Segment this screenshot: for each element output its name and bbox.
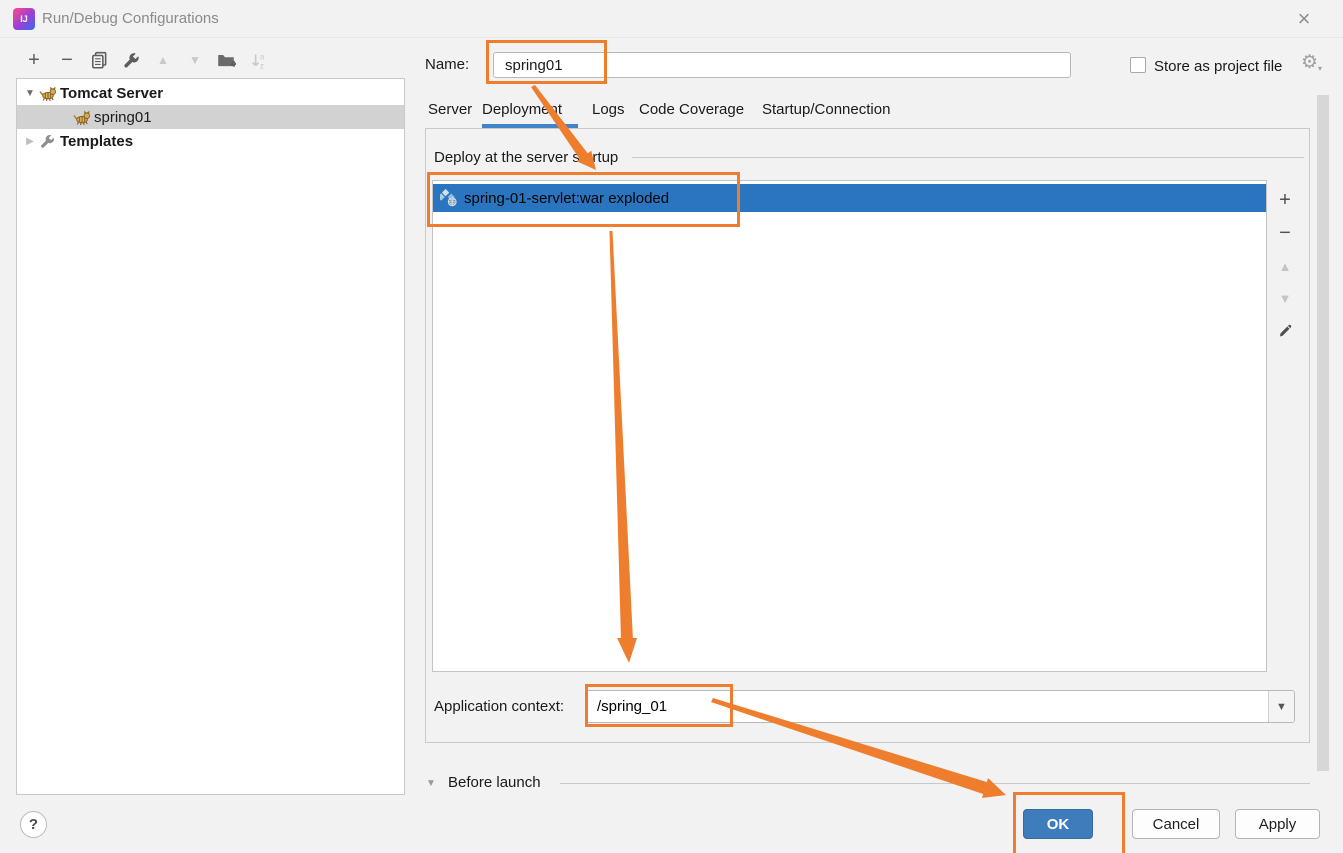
add-artifact-button[interactable]: +: [1271, 186, 1299, 214]
arrow-up-icon: ▲: [1278, 258, 1292, 274]
remove-artifact-button[interactable]: −: [1271, 219, 1299, 247]
application-context-dropdown-button[interactable]: ▼: [1268, 691, 1294, 722]
artifact-move-up-button[interactable]: ▲: [1271, 252, 1299, 280]
remove-configuration-button[interactable]: −: [55, 48, 79, 72]
apply-button[interactable]: Apply: [1235, 809, 1320, 839]
artifact-move-down-button[interactable]: ▼: [1271, 284, 1299, 312]
gear-icon[interactable]: ⚙: [1301, 51, 1318, 74]
svg-text:a: a: [260, 52, 265, 61]
question-mark-icon: ?: [28, 816, 39, 833]
chevron-expanded-icon[interactable]: ▼: [24, 88, 36, 99]
ok-button[interactable]: OK: [1023, 809, 1093, 839]
deployment-list-item[interactable]: spring-01-servlet:war exploded: [433, 184, 1266, 212]
close-icon[interactable]: ×: [1288, 4, 1320, 34]
store-as-project-file-checkbox[interactable]: [1130, 57, 1146, 73]
gear-caret-icon: ▾: [1318, 64, 1323, 73]
move-down-button[interactable]: ▼: [183, 48, 207, 72]
tree-item-tomcat-server[interactable]: ▼ Tomcat Server: [17, 81, 404, 105]
window-title: Run/Debug Configurations: [42, 10, 219, 27]
run-debug-configurations-dialog: IJ Run/Debug Configurations × + − ▲ ▼ a …: [0, 0, 1343, 853]
sort-configurations-button[interactable]: a z: [247, 48, 271, 72]
chevron-down-icon: ▼: [1276, 700, 1287, 713]
application-context-label: Application context:: [434, 698, 565, 715]
tab-server[interactable]: Server: [428, 101, 472, 118]
copy-icon: [91, 51, 106, 69]
store-as-project-file-label: Store as project file: [1154, 58, 1283, 75]
wrench-icon: [41, 134, 54, 148]
arrow-down-icon: ▼: [189, 53, 201, 67]
add-configuration-button[interactable]: +: [22, 48, 46, 72]
move-up-button[interactable]: ▲: [151, 48, 175, 72]
tree-item-label: Tomcat Server: [60, 84, 164, 102]
tab-startup-connection[interactable]: Startup/Connection: [762, 101, 890, 118]
name-label: Name:: [425, 56, 470, 73]
tree-item-templates[interactable]: ▶ Templates: [17, 129, 404, 153]
wrench-icon: [123, 52, 139, 68]
application-context-input[interactable]: [586, 691, 1266, 722]
tab-logs[interactable]: Logs: [592, 101, 625, 118]
group-title-line: [632, 157, 1304, 158]
arrow-down-icon: ▼: [1278, 290, 1292, 306]
pencil-icon: [1279, 324, 1291, 336]
help-button[interactable]: ?: [20, 811, 47, 838]
tomcat-icon: [73, 110, 90, 125]
vertical-scrollbar-thumb[interactable]: [1317, 95, 1329, 771]
copy-configuration-button[interactable]: [87, 48, 111, 72]
title-bar: IJ Run/Debug Configurations ×: [0, 0, 1343, 38]
before-launch-collapse-icon[interactable]: ▼: [426, 778, 436, 789]
svg-text:z: z: [260, 61, 264, 70]
deploy-group-label: Deploy at the server startup: [434, 149, 623, 166]
tree-item-label: spring01: [94, 108, 152, 126]
deployment-list: spring-01-servlet:war exploded: [432, 180, 1267, 672]
plus-icon: +: [1279, 189, 1291, 211]
new-folder-icon: [218, 55, 236, 67]
tomcat-icon: [39, 86, 56, 101]
minus-icon: −: [61, 49, 73, 71]
before-launch-line: [560, 783, 1310, 784]
minus-icon: −: [1279, 222, 1291, 244]
application-context-combo: ▼: [585, 690, 1295, 723]
edit-templates-button[interactable]: [119, 48, 143, 72]
tab-code-coverage[interactable]: Code Coverage: [639, 101, 744, 118]
name-input[interactable]: [493, 52, 1071, 78]
intellij-logo-icon: IJ: [13, 8, 35, 30]
tree-item-spring01[interactable]: spring01: [17, 105, 404, 129]
edit-artifact-button[interactable]: [1271, 316, 1299, 344]
configurations-tree: ▼ Tomcat Server spring01 ▶ Templates: [16, 78, 405, 795]
before-launch-label: Before launch: [448, 774, 541, 791]
artifact-icon: [440, 189, 457, 207]
create-folder-button[interactable]: [214, 48, 238, 72]
deployment-item-label: spring-01-servlet:war exploded: [464, 189, 670, 207]
sort-alpha-icon: a z: [251, 52, 265, 70]
chevron-collapsed-icon[interactable]: ▶: [24, 136, 36, 147]
tree-item-label: Templates: [60, 132, 134, 150]
cancel-button[interactable]: Cancel: [1132, 809, 1220, 839]
tab-deployment[interactable]: Deployment: [482, 101, 562, 118]
plus-icon: +: [28, 49, 40, 71]
arrow-up-icon: ▲: [157, 53, 169, 67]
